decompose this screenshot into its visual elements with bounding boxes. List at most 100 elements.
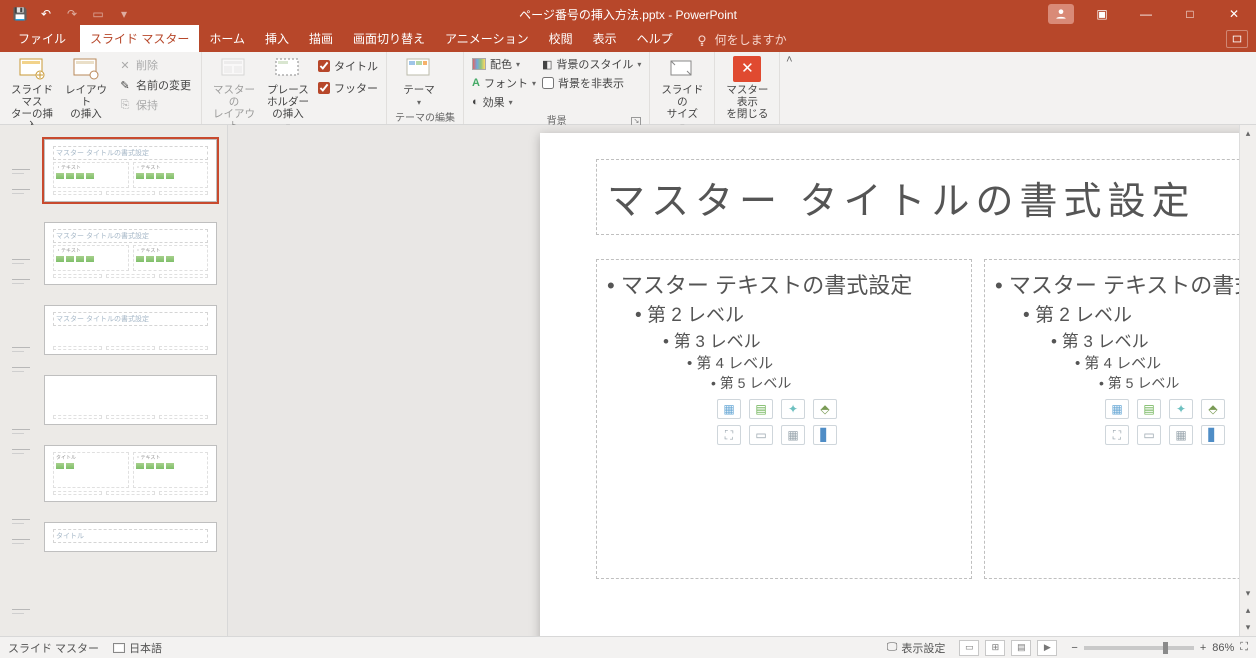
normal-view-icon[interactable]: ▭ [959,640,979,656]
tab-draw[interactable]: 描画 [299,25,343,52]
scroll-down-icon[interactable]: ▾ [1240,585,1256,602]
title-text: マスター タイトルの書式設定 [607,170,1196,225]
outline-ruler [12,139,36,626]
tab-review[interactable]: 校閲 [539,25,583,52]
share-icon[interactable] [1226,30,1248,48]
zoom-slider[interactable] [1084,646,1194,650]
level2-text: 第 2 レベル [1023,300,1256,327]
insert-chart-icon[interactable]: ▤ [1137,399,1161,419]
insert-online-picture-icon[interactable]: ▭ [1137,425,1161,445]
zoom-in-icon[interactable]: + [1200,642,1206,654]
insert-icon-icon[interactable]: ▋ [1201,425,1225,445]
insert-online-picture-icon[interactable]: ▭ [749,425,773,445]
insert-picture-icon[interactable]: ⛶ [717,425,741,445]
minimize-icon[interactable]: — [1124,0,1168,28]
insert-slide-master-button[interactable]: スライド マス ターの挿入 [8,56,56,132]
tab-animations[interactable]: アニメーション [435,25,539,52]
tab-view[interactable]: 表示 [583,25,627,52]
tab-help[interactable]: ヘルプ [627,25,683,52]
insert-video-icon[interactable]: ▦ [781,425,805,445]
hide-bg-checkbox[interactable]: 背景を非表示 [542,75,641,91]
group-master-layout: マスターの レイアウト プレースホルダー の挿入▾ タイトル フッター マスター… [202,52,387,124]
sorter-view-icon[interactable]: ⊞ [985,640,1005,656]
footer-checkbox[interactable]: フッター [318,80,378,96]
slide-editor[interactable]: マスター タイトルの書式設定 マスター テキストの書式設定 第 2 レベル 第 … [228,125,1256,636]
scroll-up-icon[interactable]: ▴ [1240,125,1256,142]
undo-icon[interactable]: ↶ [34,2,58,26]
slide-canvas[interactable]: マスター タイトルの書式設定 マスター テキストの書式設定 第 2 レベル 第 … [540,133,1256,636]
tab-transitions[interactable]: 画面切り替え [343,25,435,52]
close-window-icon[interactable]: ✕ [1212,0,1256,28]
vertical-scrollbar[interactable]: ▴ ▾ ▴ ▾ [1239,125,1256,636]
title-placeholder[interactable]: マスター タイトルの書式設定 [596,159,1256,235]
layout-thumbnail-3[interactable]: マスター タイトルの書式設定 [44,305,217,355]
title-checkbox[interactable]: タイトル [318,58,378,74]
insert-placeholder-icon [273,56,303,82]
tell-me-search[interactable]: 何をしますか [695,31,787,52]
status-language[interactable]: 日本語 [113,640,162,656]
ribbon: スライド マス ターの挿入 レイアウト の挿入 ✕削除 ✎名前の変更 ⎘保持 マ… [0,52,1256,125]
insert-smartart-icon[interactable]: ✦ [1169,399,1193,419]
redo-icon[interactable]: ↷ [60,2,84,26]
reading-view-icon[interactable]: ▤ [1011,640,1031,656]
level3-text: 第 3 レベル [663,327,961,352]
colors-dropdown[interactable]: 配色▾ [472,56,536,72]
group-theme-edit: テーマ▾ テーマの編集 [387,52,464,124]
start-slideshow-icon[interactable]: ▭ [86,2,110,26]
scroll-track[interactable] [1240,142,1256,585]
insert-picture-icon[interactable]: ⛶ [1105,425,1129,445]
maximize-icon[interactable]: □ [1168,0,1212,28]
insert-placeholder-button[interactable]: プレースホルダー の挿入▾ [264,56,312,131]
content-placeholder-right[interactable]: マスター テキストの書式設定 第 2 レベル 第 3 レベル 第 4 レベル 第… [984,259,1256,579]
fonts-dropdown[interactable]: Aフォント▾ [472,75,536,91]
insert-smartart-icon[interactable]: ✦ [781,399,805,419]
window-buttons: ▣ — □ ✕ [1048,0,1256,28]
layout-thumbnail-5[interactable]: タイトル・テキスト [44,445,217,502]
display-settings-button[interactable]: 🖵表示設定 [887,640,946,656]
layout-thumbnail-4[interactable] [44,375,217,425]
insert-chart-icon[interactable]: ▤ [749,399,773,419]
zoom-value[interactable]: 86% [1212,642,1234,654]
tab-home[interactable]: ホーム [199,25,255,52]
tab-insert[interactable]: 挿入 [255,25,299,52]
insert-layout-icon [71,56,101,82]
insert-table-icon[interactable]: ▦ [1105,399,1129,419]
slide-size-button[interactable]: スライドの サイズ▾ [658,56,706,131]
preserve-icon: ⎘ [118,98,132,112]
insert-table-icon[interactable]: ▦ [717,399,741,419]
level1-text: マスター テキストの書式設定 [995,268,1256,300]
preserve-button: ⎘保持 [116,96,193,114]
rename-button[interactable]: ✎名前の変更 [116,76,193,94]
insert-3d-icon[interactable]: ⬘ [813,399,837,419]
layout-thumbnail-2[interactable]: マスター タイトルの書式設定 ・テキスト・テキスト [44,222,217,285]
tab-file[interactable]: ファイル [4,25,80,52]
account-avatar[interactable] [1048,4,1074,24]
prev-slide-icon[interactable]: ▴ [1240,602,1256,619]
thumbnail-pane[interactable]: マスター タイトルの書式設定 ・テキスト・テキスト マスター タイトルの書式設定… [0,125,228,636]
zoom-out-icon[interactable]: − [1071,642,1077,654]
insert-3d-icon[interactable]: ⬘ [1201,399,1225,419]
tab-slide-master[interactable]: スライド マスター [80,25,199,52]
insert-video-icon[interactable]: ▦ [1169,425,1193,445]
insert-icon-icon[interactable]: ▋ [813,425,837,445]
insert-layout-button[interactable]: レイアウト の挿入 [62,56,110,120]
layout-thumbnail-6[interactable]: タイトル [44,522,217,552]
layout-thumbnail-1[interactable]: マスター タイトルの書式設定 ・テキスト・テキスト [44,139,217,202]
effects-dropdown[interactable]: ◐効果▾ [472,94,536,110]
close-master-button[interactable]: ✕ マスター表示 を閉じる [723,56,771,120]
group-master-edit: スライド マス ターの挿入 レイアウト の挿入 ✕削除 ✎名前の変更 ⎘保持 マ… [0,52,202,124]
ribbon-display-options-icon[interactable]: ▣ [1080,0,1124,28]
themes-button[interactable]: テーマ▾ [395,56,443,107]
level1-text: マスター テキストの書式設定 [607,268,961,300]
delete-icon: ✕ [118,58,132,72]
qat-customize-icon[interactable]: ▾ [112,2,136,26]
slideshow-view-icon[interactable]: ▶ [1037,640,1057,656]
bg-style-dropdown[interactable]: ◧背景のスタイル▾ [542,56,641,72]
ribbon-tabs: ファイル スライド マスター ホーム 挿入 描画 画面切り替え アニメーション … [0,28,1256,52]
fit-window-icon[interactable]: ⛶ [1240,641,1248,654]
save-icon[interactable]: 💾 [8,2,32,26]
next-slide-icon[interactable]: ▾ [1240,619,1256,636]
content-type-icons: ▦ ▤ ✦ ⬘ ⛶ ▭ ▦ ▋ [717,399,961,445]
content-placeholder-left[interactable]: マスター テキストの書式設定 第 2 レベル 第 3 レベル 第 4 レベル 第… [596,259,972,579]
collapse-ribbon-icon[interactable]: ˄ [780,52,798,124]
